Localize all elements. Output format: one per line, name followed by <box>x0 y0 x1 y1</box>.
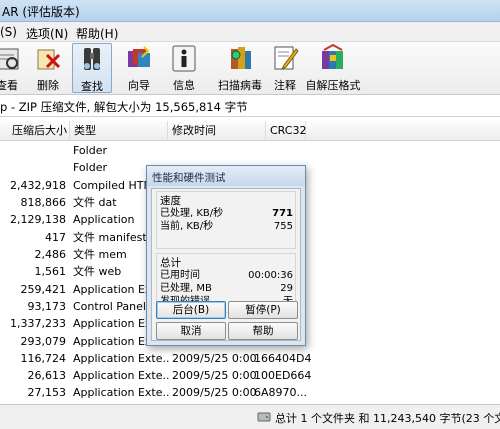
disk-icon <box>257 410 271 424</box>
total-group-title: 总计 <box>160 257 181 269</box>
dialog-title-bar: 性能和硬件测试 <box>147 166 305 186</box>
column-modified[interactable]: 修改时间 <box>168 121 266 141</box>
window-title: AR (评估版本) <box>2 5 80 19</box>
pause-button[interactable]: 暂停(P) <box>228 301 298 319</box>
file-row[interactable]: 26,613 Application Exte... 2009/5/25 0:00 1… <box>0 367 500 384</box>
help-button[interactable]: 帮助 <box>228 322 298 340</box>
menu-bar: (S) 选项(N) 帮助(H) <box>0 22 500 42</box>
sfx-button[interactable]: 自解压格式 <box>305 43 361 93</box>
title-bar: AR (评估版本) <box>0 0 500 22</box>
wizard-button[interactable]: 向导 <box>120 43 158 93</box>
file-row[interactable]: 27,153 Application Exte... 2009/5/25 0:00 6… <box>0 384 500 401</box>
column-crc32[interactable]: CRC32 <box>266 121 306 141</box>
status-bar: 总计 1 个文件夹 和 11,243,540 字节(23 个文件) <box>0 404 500 429</box>
comment-button[interactable]: 注释 <box>270 43 300 93</box>
find-button[interactable]: 查找 <box>72 43 112 93</box>
view-icon <box>0 43 22 73</box>
virus-scan-button[interactable]: 扫描病毒 <box>214 43 266 93</box>
find-icon <box>77 44 107 74</box>
processed-speed: 已处理, KB/秒 771 <box>160 208 293 219</box>
path-bar: p - ZIP 压缩文件, 解包大小为 15,565,814 字节 <box>0 95 500 117</box>
menu-options[interactable]: 选项(N) <box>26 25 68 42</box>
sfx-icon <box>318 43 348 73</box>
current-speed: 当前, KB/秒 755 <box>160 221 293 232</box>
comment-icon <box>270 43 300 73</box>
info-icon <box>169 43 199 73</box>
wizard-icon <box>124 43 154 73</box>
elapsed-time: 已用时间 00:00:36 <box>160 270 293 281</box>
column-packed-size[interactable]: 压缩后大小 <box>0 121 70 141</box>
info-button[interactable]: 信息 <box>166 43 202 93</box>
dialog-title: 性能和硬件测试 <box>152 172 226 184</box>
delete-button[interactable]: 删除 <box>30 43 66 93</box>
file-row[interactable]: Folder <box>0 142 500 159</box>
benchmark-dialog: 性能和硬件测试 速度 已处理, KB/秒 771 当前, KB/秒 755 总计 已… <box>146 165 306 346</box>
archive-info: p - ZIP 压缩文件, 解包大小为 15,565,814 字节 <box>0 100 248 114</box>
dialog-body: 速度 已处理, KB/秒 771 当前, KB/秒 755 总计 已用时间 00:00… <box>151 188 301 341</box>
speed-group-title: 速度 <box>160 195 181 207</box>
speed-group: 速度 已处理, KB/秒 771 当前, KB/秒 755 <box>156 191 296 249</box>
virus-scan-icon <box>225 43 255 73</box>
menu-help[interactable]: 帮助(H) <box>76 25 118 42</box>
cancel-button[interactable]: 取消 <box>156 322 226 340</box>
status-text: 总计 1 个文件夹 和 11,243,540 字节(23 个文件) <box>275 412 500 425</box>
column-type[interactable]: 类型 <box>70 121 168 141</box>
menu-file[interactable]: (S) <box>0 25 17 39</box>
processed-mb: 已处理, MB 29 <box>160 283 293 294</box>
toolbar: 查看 删除 查找 向导 信息 扫描病毒 注释 自解压格式 <box>0 42 500 95</box>
column-header: 压缩后大小 类型 修改时间 CRC32 <box>0 121 500 141</box>
view-button[interactable]: 查看 <box>0 43 24 93</box>
delete-icon <box>33 43 63 73</box>
file-row[interactable]: 116,724 Application Exte... 2009/5/25 0:00… <box>0 350 500 367</box>
background-button[interactable]: 后台(B) <box>156 301 226 319</box>
